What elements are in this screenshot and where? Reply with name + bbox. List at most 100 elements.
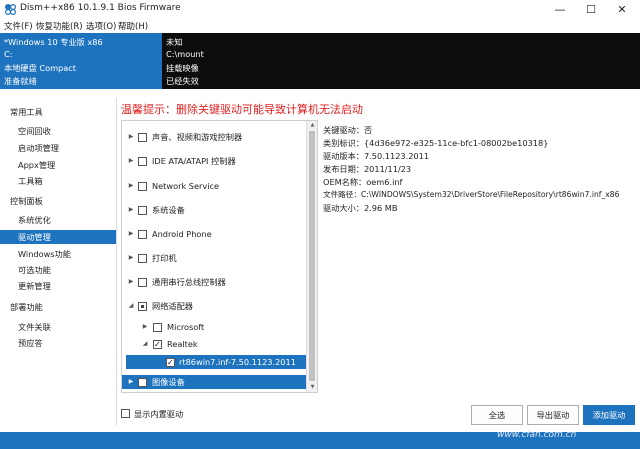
sidebar-item-toolbox[interactable]: 工具箱 <box>0 174 116 188</box>
info-right-status: 已经失效 <box>166 76 199 86</box>
scroll-down-icon[interactable]: ▼ <box>308 384 317 390</box>
tree-item-label: Network Service <box>152 181 220 191</box>
tree-item-rt86win7[interactable]: rt86win7.inf-7.50.1123.2011 <box>126 355 306 370</box>
tree-checkbox[interactable] <box>138 182 147 191</box>
minimize-icon: — <box>554 3 566 16</box>
close-button[interactable]: ✕ <box>606 0 638 19</box>
sidebar-group-control-panel: 控制面板 <box>10 196 43 206</box>
sidebar-item-file-association[interactable]: 文件关联 <box>0 320 116 334</box>
maximize-icon: ☐ <box>586 3 596 16</box>
export-driver-button[interactable]: 导出驱动 <box>527 405 579 425</box>
tree-item-printer[interactable]: ▶ 打印机 <box>122 251 307 265</box>
menu-restore[interactable]: 恢复功能(R) <box>36 20 83 32</box>
detail-file-path: 文件路径：C:\WINDOWS\System32\DriverStore\Fil… <box>323 190 620 199</box>
minimize-button[interactable]: — <box>544 0 576 19</box>
detail-size: 驱动大小：2.96 MB <box>323 203 398 213</box>
info-status: 准备就绪 <box>4 76 37 86</box>
warning-text: 温馨提示：删除关键驱动可能导致计算机无法启动 <box>121 103 363 116</box>
expand-arrow-icon[interactable]: ▶ <box>127 203 135 217</box>
show-builtin-checkbox[interactable] <box>121 409 130 418</box>
tree-item-label: IDE ATA/ATAPI 控制器 <box>152 156 236 166</box>
tree-checkbox[interactable] <box>153 323 162 332</box>
sidebar-item-answer-file[interactable]: 预应答 <box>0 336 116 350</box>
tree-item-usb-controller[interactable]: ▶ 通用串行总线控制器 <box>122 275 307 289</box>
sidebar-item-appx[interactable]: Appx管理 <box>0 158 116 172</box>
detail-version: 驱动版本：7.50.1123.2011 <box>323 151 430 161</box>
maximize-button[interactable]: ☐ <box>575 0 607 19</box>
sidebar-item-space-cleanup[interactable]: 空间回收 <box>0 124 116 138</box>
tree-checkbox[interactable] <box>138 378 147 387</box>
tree-checkbox[interactable] <box>138 230 147 239</box>
tree-checkbox[interactable] <box>138 302 147 311</box>
expand-arrow-icon[interactable]: ▶ <box>127 375 135 389</box>
title-bar: Dism++x86 10.1.9.1 Bios Firmware — ☐ ✕ <box>0 0 640 19</box>
expand-arrow-icon[interactable]: ▶ <box>127 275 135 289</box>
select-all-button[interactable]: 全选 <box>471 405 523 425</box>
add-driver-button[interactable]: 添加驱动 <box>583 405 635 425</box>
expand-arrow-icon[interactable]: ▶ <box>127 154 135 168</box>
sidebar-item-startup[interactable]: 启动项管理 <box>0 141 116 155</box>
tree-item-ide[interactable]: ▶ IDE ATA/ATAPI 控制器 <box>122 154 307 168</box>
tree-item-system-devices[interactable]: ▶ 系统设备 <box>122 203 307 217</box>
sidebar-group-common: 常用工具 <box>10 107 43 117</box>
info-drive: C: <box>4 49 13 59</box>
sidebar-item-windows-features[interactable]: Windows功能 <box>0 247 116 261</box>
tree-checkbox[interactable] <box>138 254 147 263</box>
menu-options[interactable]: 选项(O) <box>86 20 116 32</box>
tree-item-label: Microsoft <box>167 322 205 332</box>
collapse-arrow-icon[interactable]: ◢ <box>141 337 149 351</box>
tree-item-label: Android Phone <box>152 229 212 239</box>
detail-date: 发布日期：2011/11/23 <box>323 164 412 174</box>
scroll-up-icon[interactable]: ▲ <box>308 122 317 128</box>
info-os-name: *Windows 10 专业版 x86 <box>4 37 103 47</box>
tree-item-network-service[interactable]: ▶ Network Service <box>122 179 307 193</box>
sidebar-item-updates[interactable]: 更新管理 <box>0 279 116 293</box>
tree-item-label: 系统设备 <box>152 205 185 215</box>
scrollbar-thumb[interactable] <box>309 131 315 381</box>
tree-item-android-phone[interactable]: ▶ Android Phone <box>122 227 307 241</box>
tree-checkbox[interactable] <box>153 338 162 352</box>
tree-item-imaging-devices[interactable]: ▶ 图像设备 <box>122 375 307 389</box>
window-title: Dism++x86 10.1.9.1 Bios Firmware <box>20 3 181 13</box>
tree-scrollbar[interactable]: ▲ ▼ <box>306 121 317 392</box>
tree-checkbox[interactable] <box>166 356 175 370</box>
close-icon: ✕ <box>617 3 627 16</box>
sidebar-item-driver-management[interactable]: 驱动管理 <box>0 230 116 244</box>
collapse-arrow-icon[interactable]: ◢ <box>127 299 135 313</box>
sidebar-item-optimize[interactable]: 系统优化 <box>0 213 116 227</box>
tree-item-label: Realtek <box>167 339 198 349</box>
expand-arrow-icon[interactable]: ▶ <box>127 251 135 265</box>
expand-arrow-icon[interactable]: ▶ <box>127 179 135 193</box>
sidebar: 常用工具 空间回收 启动项管理 Appx管理 工具箱 控制面板 系统优化 驱动管… <box>0 98 117 426</box>
tree-item-network-adapter[interactable]: ◢ 网络适配器 <box>122 299 307 313</box>
tree-item-label: 打印机 <box>152 253 177 263</box>
menu-file[interactable]: 文件(F) <box>4 20 33 32</box>
sidebar-group-deploy: 部署功能 <box>10 302 43 312</box>
menu-bar: 文件(F) 恢复功能(R) 选项(O) 帮助(H) <box>0 19 640 33</box>
tree-item-sound[interactable]: ▶ 声音、视频和游戏控制器 <box>122 130 307 144</box>
expand-arrow-icon[interactable]: ▶ <box>127 227 135 241</box>
tree-checkbox[interactable] <box>138 157 147 166</box>
detail-class-guid: 类别标识：{4d36e972-e325-11ce-bfc1-08002be103… <box>323 138 549 148</box>
expand-arrow-icon[interactable]: ▶ <box>141 320 149 334</box>
tree-item-label: rt86win7.inf-7.50.1123.2011 <box>179 357 296 367</box>
menu-help[interactable]: 帮助(H) <box>118 20 148 32</box>
image-info-selected[interactable]: *Windows 10 专业版 x86 C: 本地硬盘 Compact 准备就绪 <box>0 33 162 89</box>
expand-arrow-icon[interactable]: ▶ <box>127 130 135 144</box>
detail-oem-name: OEM名称：oem6.inf <box>323 177 403 187</box>
info-right-path: C:\mount <box>166 49 204 59</box>
driver-tree[interactable]: ▶ 声音、视频和游戏控制器 ▶ IDE ATA/ATAPI 控制器 ▶ Netw… <box>121 120 318 393</box>
detail-critical: 关键驱动：否 <box>323 125 373 135</box>
tree-checkbox[interactable] <box>138 278 147 287</box>
tree-item-microsoft[interactable]: ▶ Microsoft <box>122 320 307 334</box>
tree-item-realtek[interactable]: ◢ Realtek <box>122 337 307 352</box>
sidebar-item-optional-features[interactable]: 可选功能 <box>0 263 116 277</box>
tree-checkbox[interactable] <box>138 133 147 142</box>
tree-item-label: 声音、视频和游戏控制器 <box>152 132 243 142</box>
image-info-bar[interactable]: *Windows 10 专业版 x86 C: 本地硬盘 Compact 准备就绪… <box>0 33 640 89</box>
tree-checkbox[interactable] <box>138 206 147 215</box>
watermark-text: www.cfan.com.cn <box>497 430 577 440</box>
info-disk-type: 本地硬盘 Compact <box>4 63 76 73</box>
tree-item-label: 图像设备 <box>152 377 185 387</box>
info-right-name: 未知 <box>166 37 183 47</box>
